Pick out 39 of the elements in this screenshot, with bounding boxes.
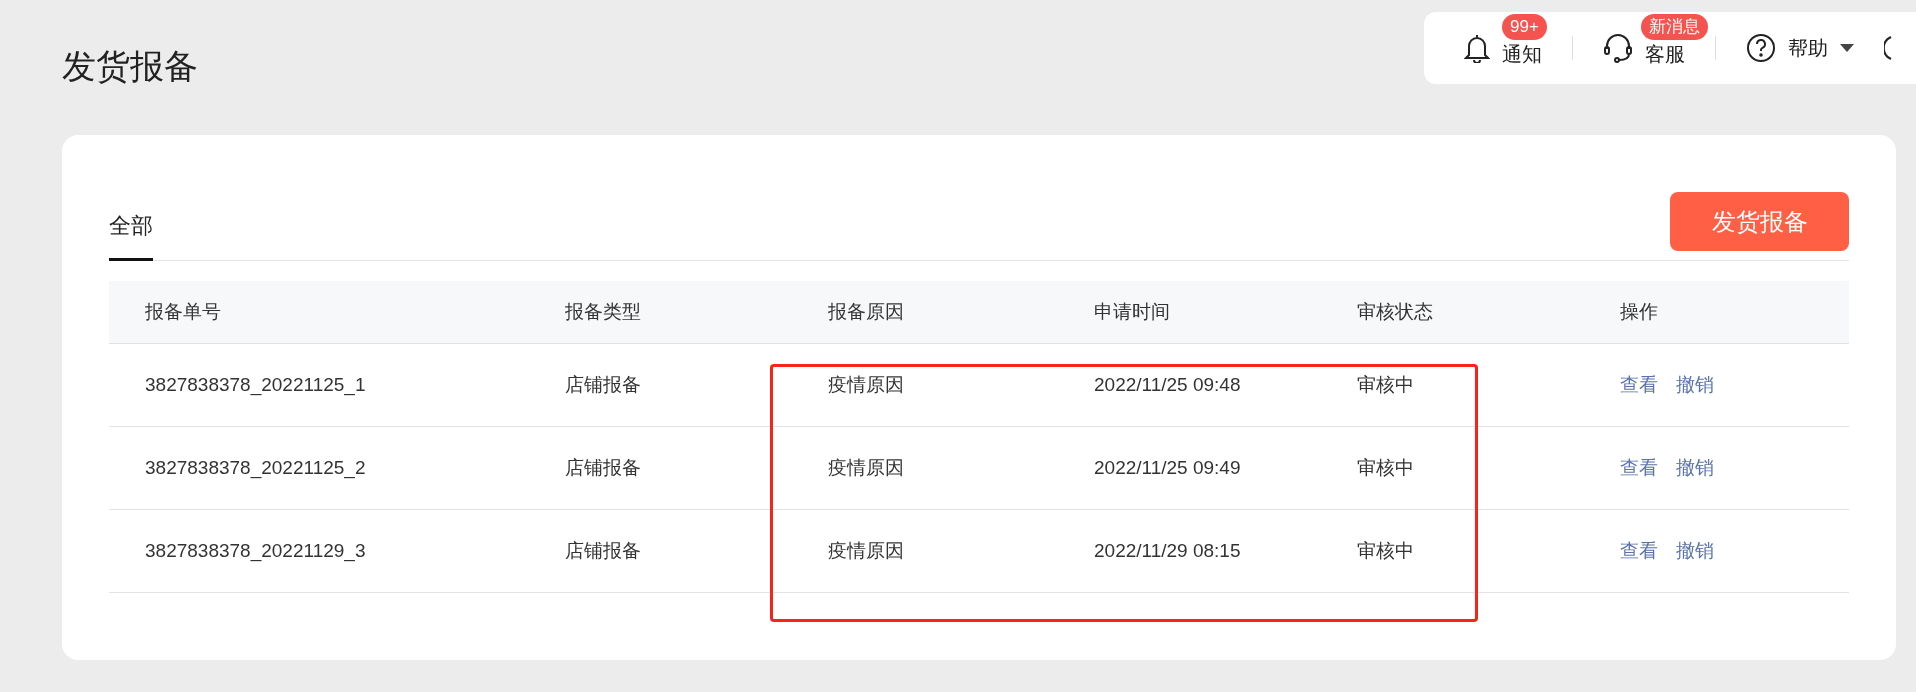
table-cell: 店铺报备 [565, 539, 641, 561]
notification-badge: 99+ [1502, 14, 1547, 40]
headset-icon [1603, 33, 1633, 63]
table-cell: 3827838378_20221129_3 [145, 539, 366, 561]
table-cell: 3827838378_20221125_2 [145, 456, 366, 478]
column-header: 报备原因 [828, 300, 904, 322]
create-report-button[interactable]: 发货报备 [1670, 192, 1849, 251]
revoke-link[interactable]: 撤销 [1676, 453, 1714, 483]
top-bar-link[interactable]: 客服 [1645, 40, 1685, 68]
page-title: 发货报备 [62, 46, 198, 87]
notification-badge: 新消息 [1641, 14, 1708, 40]
view-link[interactable]: 查看 [1620, 453, 1658, 483]
tab[interactable]: 全部 [109, 209, 153, 261]
table-cell: 审核中 [1357, 456, 1414, 478]
column-header: 报备单号 [145, 300, 221, 322]
table-cell: 3827838378_20221125_1 [145, 373, 366, 395]
column-header: 审核状态 [1357, 300, 1433, 322]
table-cell: 审核中 [1357, 539, 1414, 561]
table-cell: 2022/11/29 08:15 [1094, 539, 1241, 561]
caret-icon[interactable] [1840, 44, 1854, 52]
table-cell: 审核中 [1357, 373, 1414, 395]
table-cell: 2022/11/25 09:48 [1094, 373, 1241, 395]
revoke-link[interactable]: 撤销 [1676, 370, 1714, 400]
table-cell: 2022/11/25 09:49 [1094, 456, 1241, 478]
top-bar-link[interactable]: 通知 [1502, 40, 1542, 68]
help-icon [1746, 33, 1776, 63]
view-link[interactable]: 查看 [1620, 536, 1658, 566]
column-header: 操作 [1620, 300, 1658, 322]
column-header: 报备类型 [565, 300, 641, 322]
view-link[interactable]: 查看 [1620, 370, 1658, 400]
revoke-link[interactable]: 撤销 [1676, 536, 1714, 566]
bell-icon [1464, 33, 1490, 63]
table-cell: 店铺报备 [565, 373, 641, 395]
table-cell: 疫情原因 [828, 373, 904, 395]
table-cell: 店铺报备 [565, 456, 641, 478]
table-cell: 疫情原因 [828, 539, 904, 561]
column-header: 申请时间 [1094, 300, 1170, 322]
top-bar-link[interactable]: 帮助 [1788, 33, 1828, 63]
table-cell: 疫情原因 [828, 456, 904, 478]
